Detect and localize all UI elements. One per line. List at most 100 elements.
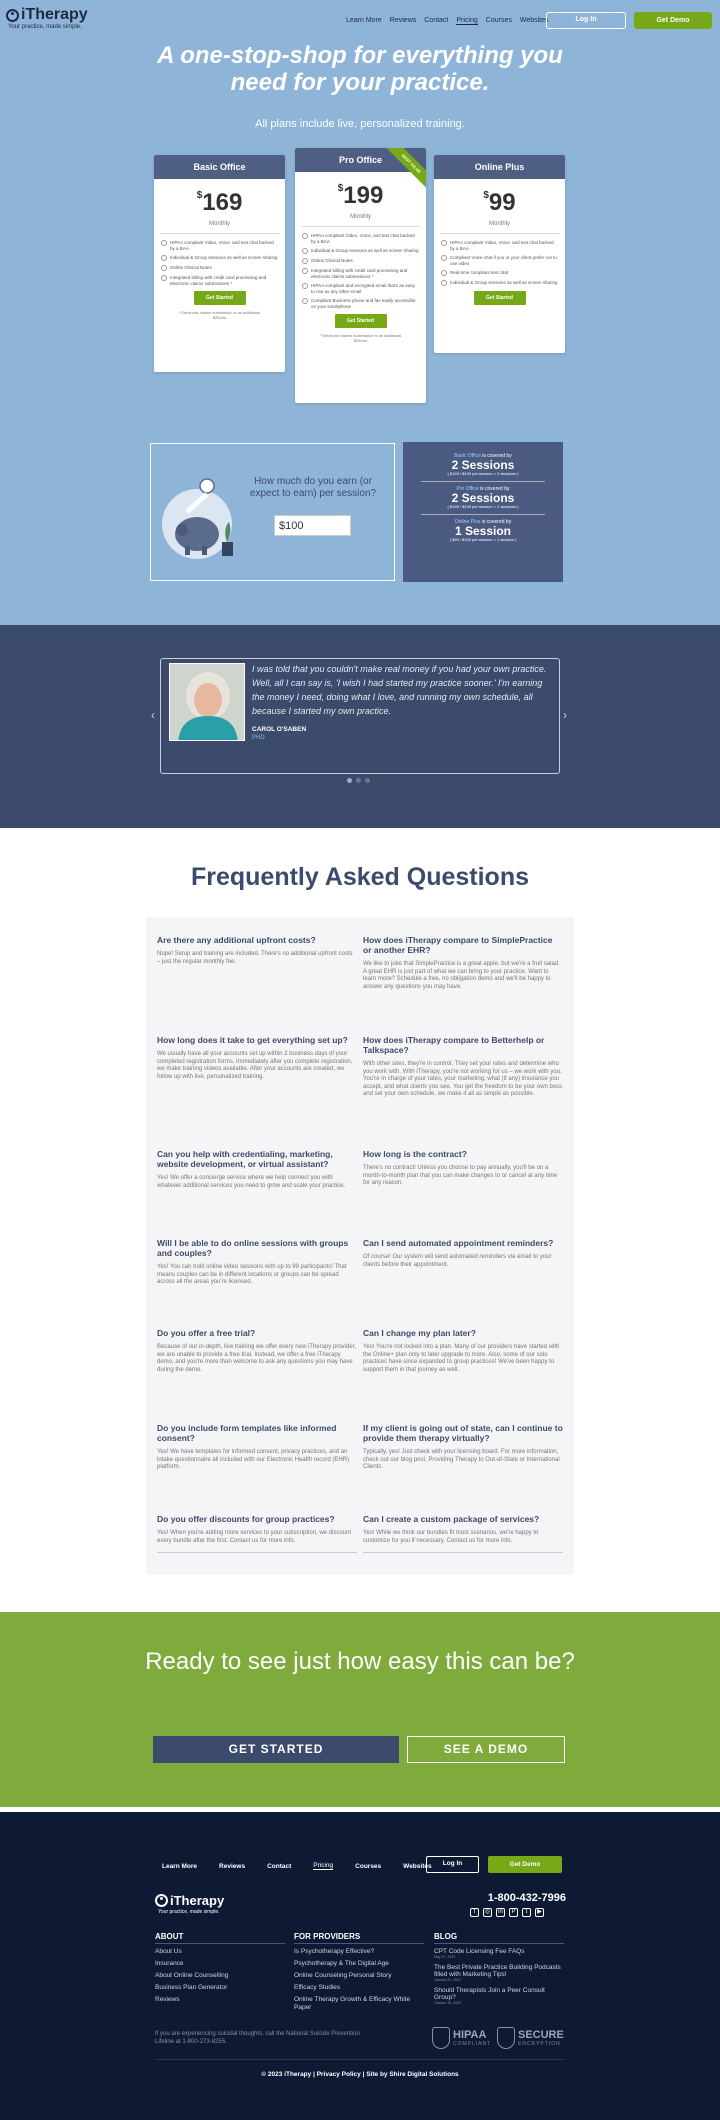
footer-link[interactable]: Efficacy Studies — [294, 1984, 424, 1992]
blog-post-link[interactable]: Should Therapists Join a Peer Consult Gr… — [434, 1987, 564, 2001]
nav-websites[interactable]: Websites — [520, 17, 549, 25]
faq-question: Do you offer a free trial? — [157, 1328, 256, 1338]
linkedin-icon[interactable]: in — [496, 1908, 505, 1917]
testimonial-section: ‹ › I was told that you couldn't make re… — [0, 625, 720, 828]
pinterest-icon[interactable]: P — [509, 1908, 518, 1917]
secure-encryption-badge: SECURE ENCRYPTION — [497, 2027, 564, 2049]
footer-link[interactable]: About Online Counselling — [155, 1972, 285, 1980]
faq-question: Can you help with credentialing, marketi… — [157, 1149, 333, 1169]
piggy-bank-icon — [162, 478, 233, 559]
get-started-button[interactable]: Get Started — [473, 291, 526, 305]
avatar — [169, 663, 245, 741]
faq-answer: Because of our in-depth, live training w… — [157, 1344, 356, 1373]
footer: Learn More Reviews Contact Pricing Cours… — [0, 1812, 720, 2120]
sessions-summary: Basic Office is covered by 2 Sessions ( … — [403, 442, 563, 582]
footer-link[interactable]: Is Psychotherapy Effective? — [294, 1948, 424, 1956]
instagram-icon[interactable]: ◎ — [483, 1908, 492, 1917]
see-demo-button[interactable]: SEE A DEMO — [407, 1736, 565, 1763]
faq-item: Do you offer discounts for group practic… — [157, 1514, 357, 1553]
divider — [160, 233, 279, 234]
faq-question: Do you offer discounts for group practic… — [157, 1514, 335, 1524]
footer-link[interactable]: Psychotherapy & The Digital Age — [294, 1960, 424, 1968]
check-icon — [302, 258, 308, 264]
footer-link[interactable]: Online Therapy Growth & Efficacy White P… — [294, 1996, 414, 2012]
footer-get-demo-button[interactable]: Get Demo — [488, 1856, 562, 1873]
plan-feature: Integrated billing with credit card proc… — [302, 268, 419, 279]
nav-contact[interactable]: Contact — [424, 17, 448, 25]
carousel-dot[interactable] — [356, 778, 361, 783]
hero-title: A one-stop-shop for everything you need … — [157, 42, 563, 96]
faq-answer: Typically, yes! Just check with your lic… — [363, 1449, 560, 1470]
hero-section: iTherapy Your practice, made simple. Lea… — [0, 0, 720, 625]
footer-link[interactable]: About Us — [155, 1948, 285, 1956]
check-icon — [441, 280, 447, 286]
plan-card-basic: Basic Office $169 Monthly HIPAA complian… — [154, 155, 285, 372]
faq-panel: Are there any additional upfront costs? N… — [146, 917, 574, 1575]
footer-nav-pricing[interactable]: Pricing — [313, 1862, 334, 1870]
plan-name: Basic Office — [154, 155, 285, 179]
nav-learn-more[interactable]: Learn More — [346, 17, 382, 25]
rate-per-session-input[interactable]: $100 — [274, 515, 351, 536]
social-links: f ◎ in P t ▶ — [470, 1908, 544, 1917]
footer-logo[interactable]: iTherapy — [155, 1893, 224, 1908]
check-icon — [161, 255, 167, 261]
twitter-icon[interactable]: t — [522, 1908, 531, 1917]
get-started-button[interactable]: GET STARTED — [153, 1736, 399, 1763]
footer-nav-courses[interactable]: Courses — [355, 1863, 381, 1870]
logo-tagline: Your practice, made simple. — [8, 24, 82, 30]
faq-answer: There's no contract! Unless you choose t… — [363, 1165, 558, 1186]
chevron-right-icon[interactable]: › — [563, 708, 567, 722]
session-calc: ( $169 / $100 per session = 2 sessions ) — [447, 471, 519, 476]
nav-courses[interactable]: Courses — [486, 17, 512, 25]
divider — [421, 514, 545, 515]
plan-period: Monthly — [208, 221, 230, 227]
carousel-dot[interactable] — [347, 778, 352, 783]
footer-link[interactable]: Reviews — [155, 1996, 285, 2004]
footer-login-button[interactable]: Log In — [426, 1856, 479, 1873]
shield-icon — [497, 2027, 515, 2049]
blog-post-link[interactable]: The Best Private Practice Building Podca… — [434, 1964, 564, 1978]
testimonial-name: CAROL O'SABEN — [252, 726, 307, 733]
footer-nav-contact[interactable]: Contact — [267, 1863, 291, 1870]
faq-title: Frequently Asked Questions — [190, 863, 530, 891]
badge-subtitle: COMPLIANT — [453, 2040, 492, 2047]
nav-reviews[interactable]: Reviews — [390, 17, 416, 25]
chevron-left-icon[interactable]: ‹ — [151, 708, 155, 722]
testimonial-role: PHD — [252, 735, 265, 741]
get-started-button[interactable]: Get Started — [193, 291, 246, 305]
faq-question: Are there any additional upfront costs? — [157, 935, 316, 945]
blog-post-link[interactable]: CPT Code Licensing Fee FAQs — [434, 1948, 564, 1955]
footer-nav-reviews[interactable]: Reviews — [219, 1863, 245, 1870]
plan-price: $199 — [337, 182, 384, 209]
faq-question: Can I send automated appointment reminde… — [363, 1238, 554, 1248]
copyright: © 2023 iTherapy | Privacy Policy | Site … — [261, 2071, 459, 2078]
faq-item: Can I send automated appointment reminde… — [363, 1238, 563, 1269]
get-demo-button[interactable]: Get Demo — [634, 12, 712, 29]
plan-period: Monthly — [349, 214, 371, 220]
get-started-button[interactable]: Get Started — [334, 314, 387, 328]
faq-answer: We like to joke that SimplePractice is a… — [363, 961, 560, 990]
footer-providers-column: FOR PROVIDERS Is Psychotherapy Effective… — [294, 1932, 424, 2012]
login-button[interactable]: Log In — [546, 12, 626, 29]
faq-answer: Yes! You're not locked into a plan. Many… — [363, 1344, 560, 1373]
footer-nav-learn-more[interactable]: Learn More — [162, 1863, 197, 1870]
logo-icon — [6, 8, 19, 22]
footer-link[interactable]: Business Plan Generator — [155, 1984, 285, 1992]
check-icon — [441, 240, 447, 246]
logo[interactable]: iTherapy — [6, 6, 88, 24]
session-count: 1 Session — [454, 524, 512, 538]
footer-column-title: FOR PROVIDERS — [294, 1932, 424, 1944]
facebook-icon[interactable]: f — [470, 1908, 479, 1917]
plan-feature: Online Clinical Notes — [302, 258, 419, 264]
faq-question: Will I be able to do online sessions wit… — [157, 1238, 349, 1258]
faq-question: How long does it take to get everything … — [157, 1035, 348, 1045]
check-icon — [161, 275, 167, 281]
carousel-dot[interactable] — [365, 778, 370, 783]
plan-feature: Compliant Voice chat if you or your clie… — [441, 255, 558, 266]
youtube-icon[interactable]: ▶ — [535, 1908, 544, 1917]
nav-pricing[interactable]: Pricing — [456, 17, 478, 25]
footer-link[interactable]: Insurance — [155, 1960, 285, 1968]
faq-item: Will I be able to do online sessions wit… — [157, 1238, 357, 1287]
phone-number[interactable]: 1-800-432-7996 — [486, 1892, 566, 1904]
footer-link[interactable]: Online Counseling Personal Story — [294, 1972, 424, 1980]
